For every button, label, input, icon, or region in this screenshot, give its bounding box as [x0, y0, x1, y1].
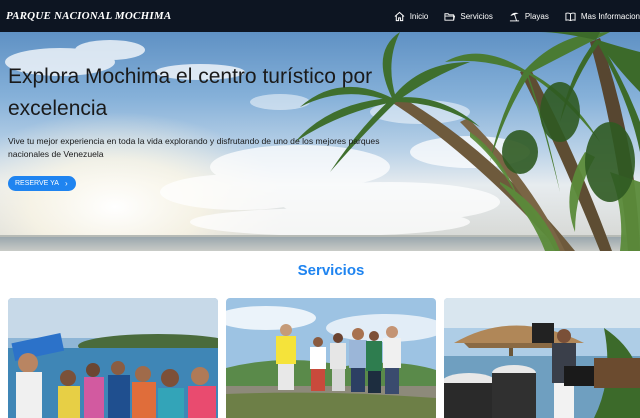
- nav-label: Playas: [524, 11, 549, 21]
- umbrella-icon: [509, 12, 519, 21]
- reserve-button[interactable]: RESERVE YA ›: [8, 176, 76, 191]
- nav-label: Inicio: [409, 11, 429, 21]
- reserve-button-label: RESERVE YA: [15, 180, 59, 187]
- brand-logo-text[interactable]: PARQUE NACIONAL MOCHIMA: [0, 10, 171, 22]
- folder-icon: [444, 12, 456, 21]
- hiking-tour-photo: [226, 298, 436, 418]
- hero-banner: Explora Mochima el centro turístico por …: [0, 32, 640, 251]
- book-icon: [565, 12, 576, 21]
- hero-subtitle: Vive tu mejor experiencia en toda la vid…: [8, 136, 380, 159]
- service-card-boat-tour[interactable]: [8, 298, 218, 418]
- nav-item-playas[interactable]: Playas: [509, 11, 549, 22]
- home-icon: [394, 11, 405, 21]
- service-card-hiking[interactable]: [226, 298, 436, 418]
- nav-item-servicios[interactable]: Servicios: [444, 11, 493, 22]
- services-title: Servicios: [297, 262, 365, 279]
- nav-label: Mas Informacion: [580, 11, 640, 21]
- hero-title: Explora Mochima el centro turístico por …: [8, 65, 373, 120]
- boat-tour-photo: [8, 298, 218, 418]
- nav-item-mas-informacion[interactable]: Mas Informacion: [565, 11, 640, 22]
- music-event-photo: [444, 298, 640, 418]
- service-card-music[interactable]: [444, 298, 640, 418]
- main-nav: Inicio Servicios Playas Mas Informacion: [386, 0, 640, 32]
- navbar: PARQUE NACIONAL MOCHIMA Inicio Servicios…: [0, 0, 640, 32]
- chevron-right-icon: ›: [64, 179, 68, 188]
- nav-label: Servicios: [460, 11, 493, 21]
- nav-item-inicio[interactable]: Inicio: [394, 11, 429, 22]
